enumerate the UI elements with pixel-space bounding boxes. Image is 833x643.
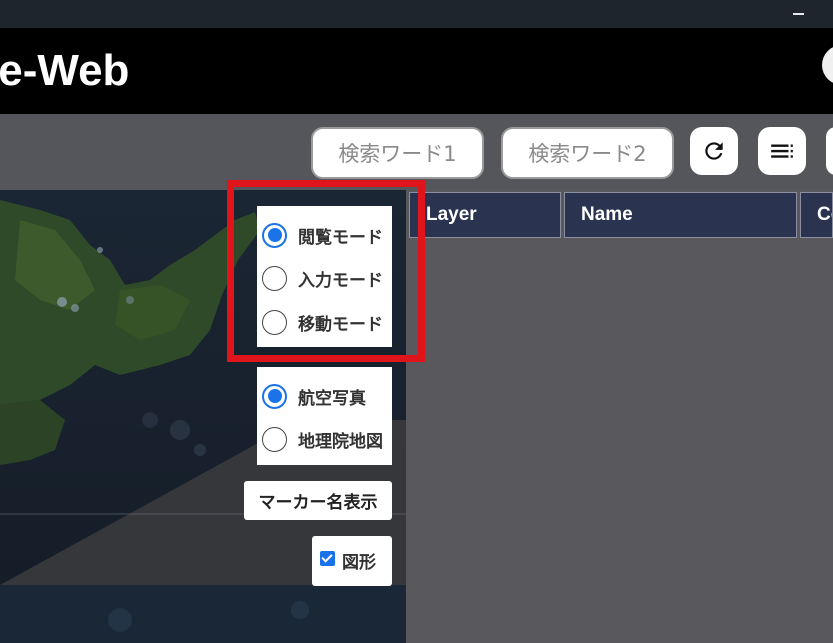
list-icon <box>771 144 793 158</box>
refresh-icon <box>705 142 723 160</box>
data-table-panel <box>406 190 833 643</box>
search-input-1-placeholder: 検索ワード1 <box>338 142 457 166</box>
shape-toggle[interactable]: 図形 <box>312 536 392 586</box>
extra-toolbar-button[interactable] <box>826 127 833 175</box>
column-header-co-label: Co <box>817 204 832 225</box>
highlight-frame <box>227 180 425 362</box>
search-input-2[interactable]: 検索ワード2 <box>501 127 674 179</box>
basemap-option-aerial-label: 航空写真 <box>298 388 366 409</box>
refresh-button[interactable] <box>690 127 738 175</box>
marker-name-toggle-label: マーカー名表示 <box>258 493 378 513</box>
checkbox-checked-icon[interactable] <box>320 551 335 566</box>
column-header-layer-label: Layer <box>426 204 477 225</box>
basemap-option-gsi[interactable]: 地理院地図 <box>257 421 392 457</box>
radio-unchecked-icon[interactable] <box>262 426 287 452</box>
app-title: le-Web <box>0 46 130 95</box>
radio-checked-icon[interactable] <box>262 383 287 409</box>
basemap-option-gsi-label: 地理院地図 <box>298 431 383 452</box>
shape-toggle-label: 図形 <box>342 553 376 573</box>
basemap-selector: 航空写真 地理院地図 <box>257 367 392 465</box>
column-header-name[interactable]: Name <box>564 192 797 238</box>
basemap-option-aerial[interactable]: 航空写真 <box>257 378 392 414</box>
search-input-2-placeholder: 検索ワード2 <box>528 142 647 166</box>
marker-name-toggle-button[interactable]: マーカー名表示 <box>244 481 392 520</box>
column-header-name-label: Name <box>581 204 633 225</box>
column-header-layer[interactable]: Layer <box>409 192 561 238</box>
column-header-co[interactable]: Co <box>800 192 833 238</box>
window-titlebar <box>0 0 833 28</box>
list-button[interactable] <box>758 127 806 175</box>
search-input-1[interactable]: 検索ワード1 <box>311 127 484 179</box>
minimize-icon[interactable] <box>793 13 804 15</box>
